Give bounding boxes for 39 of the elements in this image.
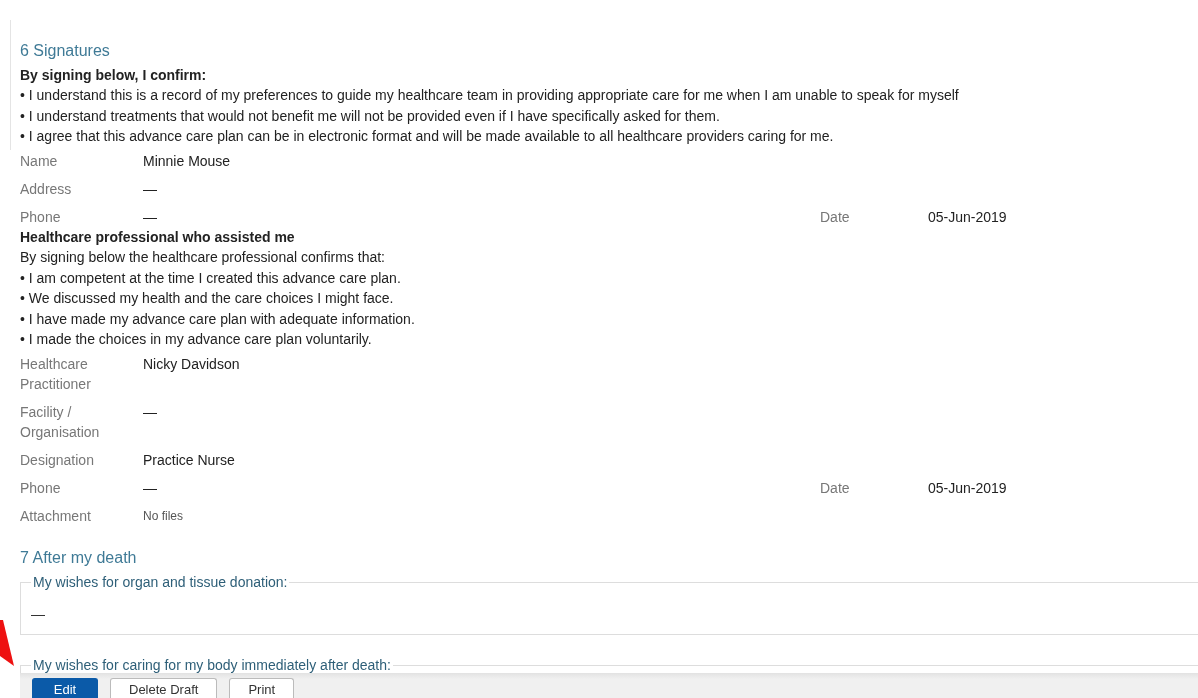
bullet-text: • I made the choices in my advance care plan voluntarily. [20,330,373,349]
intro-text: By signing below the healthcare professional confirms that: [20,248,386,267]
field-value: — [143,179,158,199]
field-value: Practice Nurse [143,450,236,470]
bullet-text: • I am competent at the time I created this advance care plan. [20,268,402,288]
field-value: No files [143,507,184,525]
bullet-text: • I agree that this advance care plan can be in electronic format and will be made available to all healthcare providers caring for me. [20,127,835,146]
field-label: Healthcare Practitioner [20,354,92,394]
field-label: Address [20,179,73,199]
field-label: Date [820,207,851,227]
wish-legend: My wishes for organ and tissue donation: [31,574,290,590]
action-button[interactable]: Edit [32,678,98,698]
field-value: — [143,207,158,227]
field-value: — [143,402,158,422]
wish-legend: My wishes for caring for my body immediately after death: [31,657,393,673]
field-label: Designation [20,450,95,470]
bold-heading: By signing below, I confirm: [20,65,208,85]
field-label: Date [820,478,851,498]
bullet-text: • I have made my advance care plan with adequate information. [20,309,416,329]
action-button[interactable]: Print [229,678,295,698]
field-label: Attachment [20,506,92,526]
arrow-icon [0,620,14,668]
field-value: Nicky Davidson [143,354,241,374]
field-label: Facility / Organisation [20,402,101,442]
section-title: 7 After my death [20,547,138,568]
bullet-text: • I understand this is a record of my preferences to guide my healthcare team in providing appropriate care for me when I am unable to speak for myself [20,86,960,105]
bullet-text: • I understand treatments that would not benefit me will not be provided even if I have specifically asked for them. [20,106,721,126]
wish-value: — [31,605,45,624]
bullet-text: • We discussed my health and the care choices I might face. [20,289,395,308]
field-value: 05-Jun-2019 [928,207,1008,227]
field-label: Name [20,151,59,171]
section-title: 6 Signatures [20,41,111,61]
field-label: Phone [20,478,62,498]
field-label: Phone [20,207,62,227]
field-value: Minnie Mouse [143,151,232,171]
action-button[interactable]: Delete Draft [110,678,218,698]
bold-heading: Healthcare professional who assisted me [20,227,296,247]
field-value: — [143,478,158,498]
field-value: 05-Jun-2019 [928,478,1008,498]
